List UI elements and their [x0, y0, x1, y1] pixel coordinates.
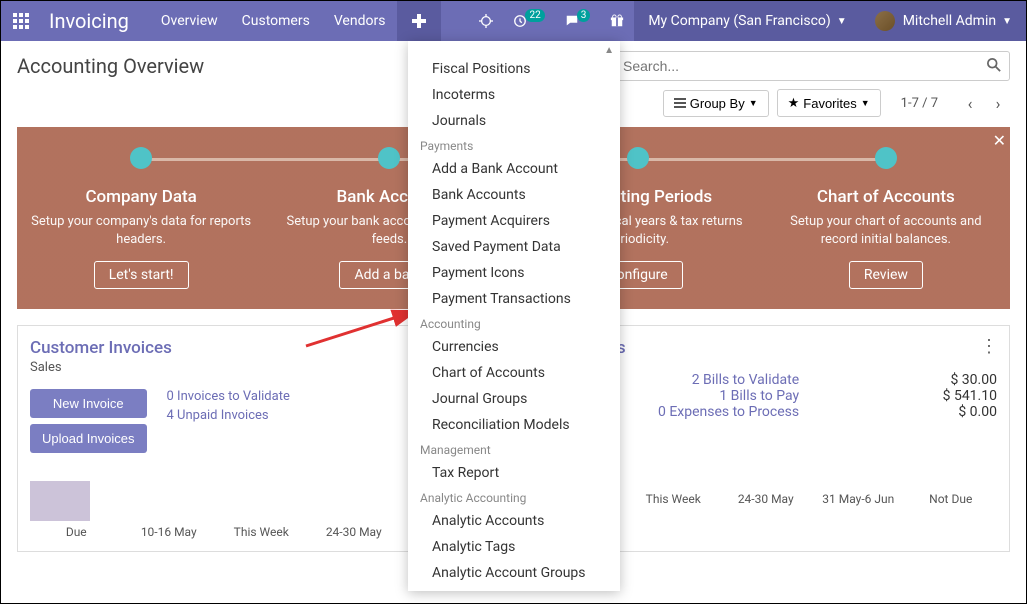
nav-customers[interactable]: Customers — [230, 1, 322, 41]
nav-vendors[interactable]: Vendors — [322, 1, 398, 41]
dropdown-item[interactable]: Payment Transactions — [408, 286, 620, 312]
chart-label: This Week — [627, 492, 720, 506]
caret-icon: ▼ — [861, 98, 870, 108]
user-name: Mitchell Admin — [903, 13, 996, 29]
dropdown-item[interactable]: Payment Icons — [408, 260, 620, 286]
messages-badge: 3 — [577, 9, 591, 22]
step-dot — [627, 147, 649, 169]
dropdown-item[interactable]: Journal Groups — [408, 386, 620, 412]
favorites-button[interactable]: ★ Favorites ▼ — [777, 89, 881, 117]
step-dot — [875, 147, 897, 169]
step-title: Chart of Accounts — [772, 187, 1000, 207]
caret-icon: ▼ — [749, 98, 758, 108]
search-box[interactable] — [610, 51, 1010, 81]
step-button[interactable]: Review — [849, 261, 923, 289]
step-title: Company Data — [27, 187, 255, 207]
step-dot — [130, 147, 152, 169]
bills-validate-link[interactable]: 2 Bills to Validate — [692, 372, 799, 388]
caret-icon: ▼ — [837, 16, 847, 27]
new-invoice-button[interactable]: New Invoice — [30, 389, 147, 418]
pager: 1-7 / 7 — [901, 96, 938, 111]
messages-icon[interactable]: 3 — [555, 1, 601, 41]
dropdown-item[interactable]: Reconciliation Models — [408, 412, 620, 438]
chart-label: This Week — [215, 525, 308, 539]
chart-label: Due — [30, 525, 123, 539]
dropdown-item[interactable]: Saved Payment Data — [408, 234, 620, 260]
group-by-label: Group By — [690, 96, 745, 111]
nav-configuration[interactable] — [397, 1, 441, 41]
dropdown-item[interactable]: Chart of Accounts — [408, 360, 620, 386]
pager-next[interactable]: › — [986, 91, 1010, 115]
amount: $ 0.00 — [943, 404, 997, 420]
upload-invoices-button[interactable]: Upload Invoices — [30, 424, 147, 453]
dropdown-item[interactable]: Currencies — [408, 334, 620, 360]
apps-icon[interactable] — [1, 1, 41, 41]
configuration-dropdown: ▲ Fiscal PositionsIncotermsJournalsPayme… — [408, 41, 620, 591]
bills-pay-link[interactable]: 1 Bills to Pay — [719, 388, 799, 404]
close-icon[interactable]: ✕ — [993, 131, 1006, 150]
dropdown-item[interactable]: Bank Accounts — [408, 182, 620, 208]
pager-nav: ‹ › — [958, 91, 1010, 115]
dropdown-item[interactable]: Incoterms — [408, 82, 620, 108]
dropdown-header: Management — [408, 438, 620, 460]
dropdown-item[interactable]: Payment Acquirers — [408, 208, 620, 234]
amount: $ 30.00 — [943, 372, 997, 388]
app-title[interactable]: Invoicing — [41, 9, 149, 33]
expenses-link[interactable]: 0 Expenses to Process — [658, 404, 799, 420]
step-button[interactable]: Let's start! — [94, 261, 189, 289]
dropdown-item[interactable]: Journals — [408, 108, 620, 134]
dropdown-item[interactable]: Analytic Tags — [408, 534, 620, 560]
pager-prev[interactable]: ‹ — [958, 91, 982, 115]
dropdown-item[interactable]: Tax Report — [408, 460, 620, 486]
onboarding-step-company: Company Data Setup your company's data f… — [17, 147, 265, 289]
group-by-button[interactable]: Group By ▼ — [663, 90, 769, 117]
amount: $ 541.10 — [943, 388, 997, 404]
unpaid-invoices-link[interactable]: 4 Unpaid Invoices — [167, 408, 290, 423]
chart-label: 24-30 May — [720, 492, 813, 506]
invoices-validate-link[interactable]: 0 Invoices to Validate — [167, 389, 290, 404]
card-menu-icon[interactable]: ⋮ — [980, 336, 999, 357]
company-selector[interactable]: My Company (San Francisco) ▼ — [634, 1, 860, 41]
search-icon[interactable] — [987, 57, 1001, 76]
chart-bar — [30, 481, 90, 521]
systray: 22 3 — [469, 1, 634, 41]
caret-icon: ▼ — [1002, 16, 1012, 27]
dropdown-item[interactable]: Fiscal Positions — [408, 56, 620, 82]
company-name: My Company (San Francisco) — [648, 13, 830, 29]
dropdown-item[interactable]: Add a Bank Account — [408, 156, 620, 182]
breadcrumb: Accounting Overview — [17, 54, 204, 78]
nav-overview[interactable]: Overview — [149, 1, 230, 41]
chart-label: Not Due — [905, 492, 998, 506]
dropdown-item[interactable]: Analytic Accounts — [408, 508, 620, 534]
user-menu[interactable]: Mitchell Admin ▼ — [861, 1, 1026, 41]
topbar: Invoicing Overview Customers Vendors 22 … — [1, 1, 1026, 41]
chart-label: 24-30 May — [308, 525, 401, 539]
dropdown-header: Analytic Accounting — [408, 486, 620, 508]
step-dot — [378, 147, 400, 169]
dropdown-item[interactable]: Analytic Defaults — [408, 586, 620, 591]
step-desc: Setup your company's data for reports he… — [27, 213, 255, 249]
search-input[interactable] — [619, 54, 987, 78]
activities-badge: 22 — [525, 9, 544, 22]
debug-icon[interactable] — [469, 1, 503, 41]
avatar — [875, 11, 895, 31]
chart-label: 10-16 May — [123, 525, 216, 539]
dropdown-item[interactable]: Analytic Account Groups — [408, 560, 620, 586]
chart-label: 31 May-6 Jun — [812, 492, 905, 506]
activities-icon[interactable]: 22 — [503, 1, 554, 41]
gift-icon[interactable] — [600, 1, 634, 41]
onboarding-step-chart: Chart of Accounts Setup your chart of ac… — [762, 147, 1010, 289]
scroll-up-icon[interactable]: ▲ — [408, 45, 620, 56]
star-icon: ★ — [788, 95, 800, 111]
favorites-label: Favorites — [803, 96, 856, 111]
dropdown-header: Accounting — [408, 312, 620, 334]
dropdown-header: Payments — [408, 134, 620, 156]
step-desc: Setup your chart of accounts and record … — [772, 213, 1000, 249]
